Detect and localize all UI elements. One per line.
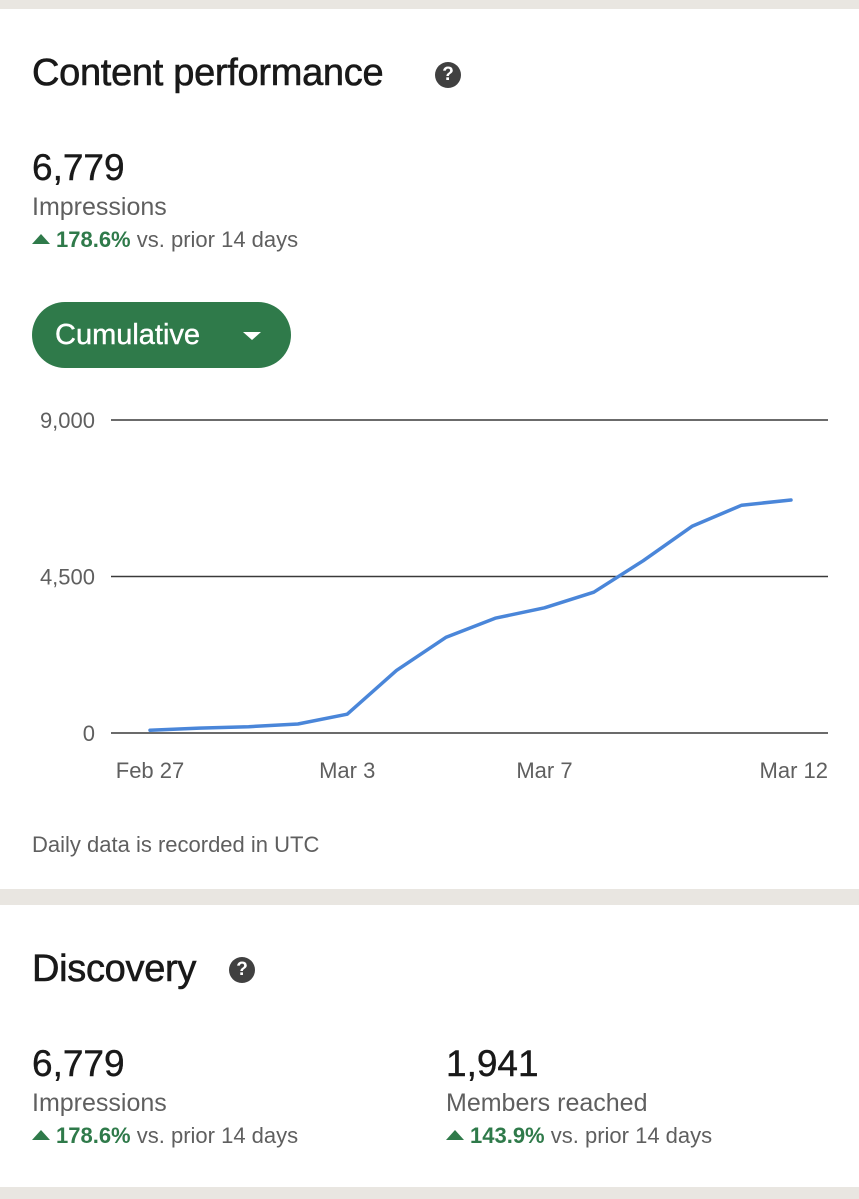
impressions-value: 6,779 [32,1043,125,1084]
content-performance-title: Content performance [32,52,384,95]
impressions-change-pct: 178.6% [56,1123,131,1148]
y-tick-label: 4,500 [40,565,95,590]
impressions-label: Impressions [32,193,167,221]
members-reached-change: 143.9% vs. prior 14 days [446,1122,712,1150]
utc-footnote: Daily data is recorded in UTC [32,832,320,857]
impressions-change-pct: 178.6% [56,227,131,252]
content-performance-card: Content performance ? 6,779 Impressions … [0,9,859,889]
discovery-card: Discovery ? 6,779 Impressions 178.6% vs.… [0,905,859,1187]
arrow-up-icon [32,1130,50,1140]
dropdown-label: Cumulative [55,319,201,351]
arrow-up-icon [446,1130,464,1140]
members-reached-change-suffix: vs. prior 14 days [544,1123,713,1148]
help-icon[interactable]: ? [435,62,461,88]
cumulative-dropdown[interactable]: Cumulative [32,302,291,368]
y-tick-label: 0 [83,721,95,746]
members-reached-change-pct: 143.9% [470,1123,545,1148]
y-tick-label: 9,000 [40,408,95,433]
impressions-metric: 6,779 Impressions 178.6% vs. prior 14 da… [32,147,298,254]
impressions-change: 178.6% vs. prior 14 days [32,1122,298,1150]
members-reached-label: Members reached [446,1089,648,1117]
series-line [148,498,793,732]
members-reached-metric: 1,941 Members reached 143.9% vs. prior 1… [446,1043,712,1150]
caret-down-icon [243,332,261,340]
x-tick-label: Feb 27 [116,758,185,783]
impressions-value: 6,779 [32,147,125,188]
impressions-label: Impressions [32,1089,167,1117]
impressions-change-suffix: vs. prior 14 days [130,227,299,252]
discovery-title: Discovery [32,948,197,991]
impressions-change: 178.6% vs. prior 14 days [32,226,298,254]
x-tick-label: Mar 3 [319,758,375,783]
arrow-up-icon [32,234,50,244]
x-tick-label: Mar 12 [760,758,828,783]
impressions-change-suffix: vs. prior 14 days [130,1123,299,1148]
help-icon[interactable]: ? [229,957,255,983]
members-reached-value: 1,941 [446,1043,539,1084]
impressions-line-chart: 0 4,500 9,000 Feb 27 Mar 3 Mar 7 Mar 12 [40,408,828,783]
discovery-impressions-metric: 6,779 Impressions 178.6% vs. prior 14 da… [32,1043,298,1150]
x-tick-label: Mar 7 [516,758,572,783]
